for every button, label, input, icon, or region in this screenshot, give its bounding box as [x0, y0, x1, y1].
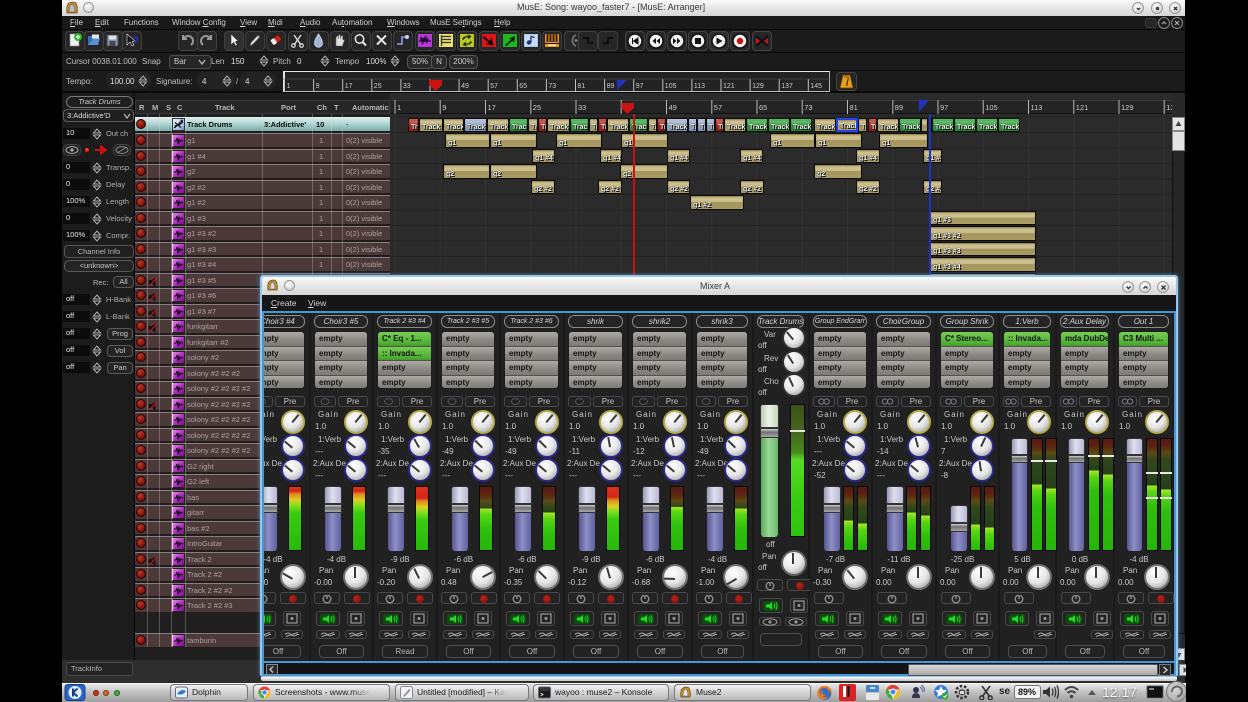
svg-text:121: 121 — [723, 83, 735, 90]
svg-text:57: 57 — [490, 83, 498, 90]
svg-text:17: 17 — [345, 83, 353, 90]
svg-text:89: 89 — [607, 83, 615, 90]
svg-text:33: 33 — [578, 103, 586, 112]
svg-text:65: 65 — [519, 83, 527, 90]
svg-text:49: 49 — [669, 103, 677, 112]
svg-text:49: 49 — [461, 83, 469, 90]
svg-text:81: 81 — [850, 103, 858, 112]
svg-text:113: 113 — [1031, 103, 1043, 112]
svg-text:97: 97 — [940, 103, 948, 112]
svg-text:137: 137 — [1166, 103, 1172, 112]
svg-text:129: 129 — [752, 83, 764, 90]
svg-text:9: 9 — [442, 103, 446, 112]
svg-text:89: 89 — [895, 103, 903, 112]
svg-text:17: 17 — [488, 103, 496, 112]
svg-text:25: 25 — [374, 83, 382, 90]
svg-text:105: 105 — [665, 83, 677, 90]
svg-text:113: 113 — [694, 83, 705, 90]
svg-text:1: 1 — [397, 103, 401, 112]
svg-text:121: 121 — [1076, 103, 1089, 112]
svg-text:1: 1 — [287, 83, 291, 90]
svg-text:25: 25 — [533, 103, 541, 112]
svg-text:?: ? — [132, 35, 139, 47]
svg-text:9: 9 — [316, 83, 320, 90]
svg-text:33: 33 — [403, 83, 411, 90]
svg-text:81: 81 — [578, 83, 586, 90]
svg-text:73: 73 — [804, 103, 812, 112]
svg-text:129: 129 — [1121, 103, 1134, 112]
svg-text:137: 137 — [781, 83, 793, 90]
svg-text:65: 65 — [759, 103, 767, 112]
svg-text:145: 145 — [810, 83, 822, 90]
svg-text:73: 73 — [548, 83, 556, 90]
svg-text:97: 97 — [636, 83, 644, 90]
svg-text:105: 105 — [985, 103, 998, 112]
svg-text:57: 57 — [714, 103, 722, 112]
